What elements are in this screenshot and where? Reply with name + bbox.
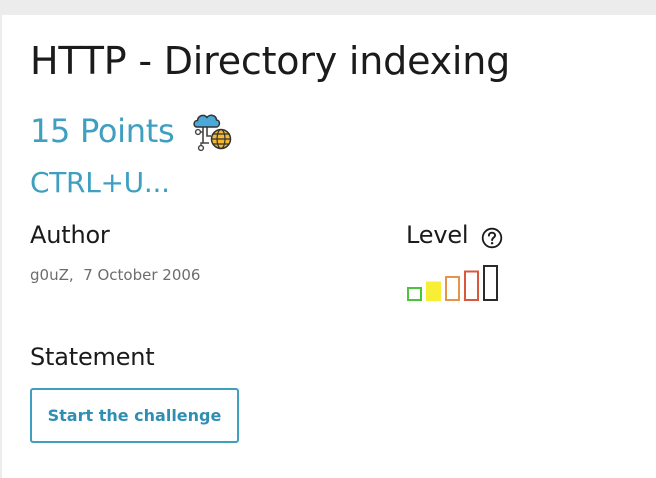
author-separator: , bbox=[68, 266, 74, 284]
publish-date: 7 October 2006 bbox=[83, 266, 201, 284]
author-info: g0uZ, 7 October 2006 bbox=[30, 266, 200, 284]
statement-heading: Statement bbox=[30, 343, 155, 371]
points-row: 15 Points bbox=[30, 108, 175, 154]
question-circle-icon[interactable] bbox=[481, 227, 503, 249]
level-bar-4 bbox=[464, 270, 479, 301]
points-value: 15 Points bbox=[30, 112, 175, 150]
author-link[interactable]: g0uZ bbox=[30, 266, 69, 284]
level-bar-1 bbox=[407, 287, 422, 301]
level-bar-5 bbox=[483, 265, 498, 301]
level-bar-3 bbox=[445, 276, 460, 301]
difficulty-level-indicator bbox=[407, 265, 498, 301]
cloud-network-globe-icon bbox=[193, 114, 232, 152]
page-title: HTTP - Directory indexing bbox=[30, 39, 511, 83]
level-heading: Level bbox=[406, 221, 469, 249]
level-bar-2 bbox=[426, 281, 441, 301]
author-heading: Author bbox=[30, 221, 110, 249]
start-challenge-button[interactable]: Start the challenge bbox=[30, 388, 239, 443]
challenge-subtitle: CTRL+U... bbox=[30, 166, 170, 199]
